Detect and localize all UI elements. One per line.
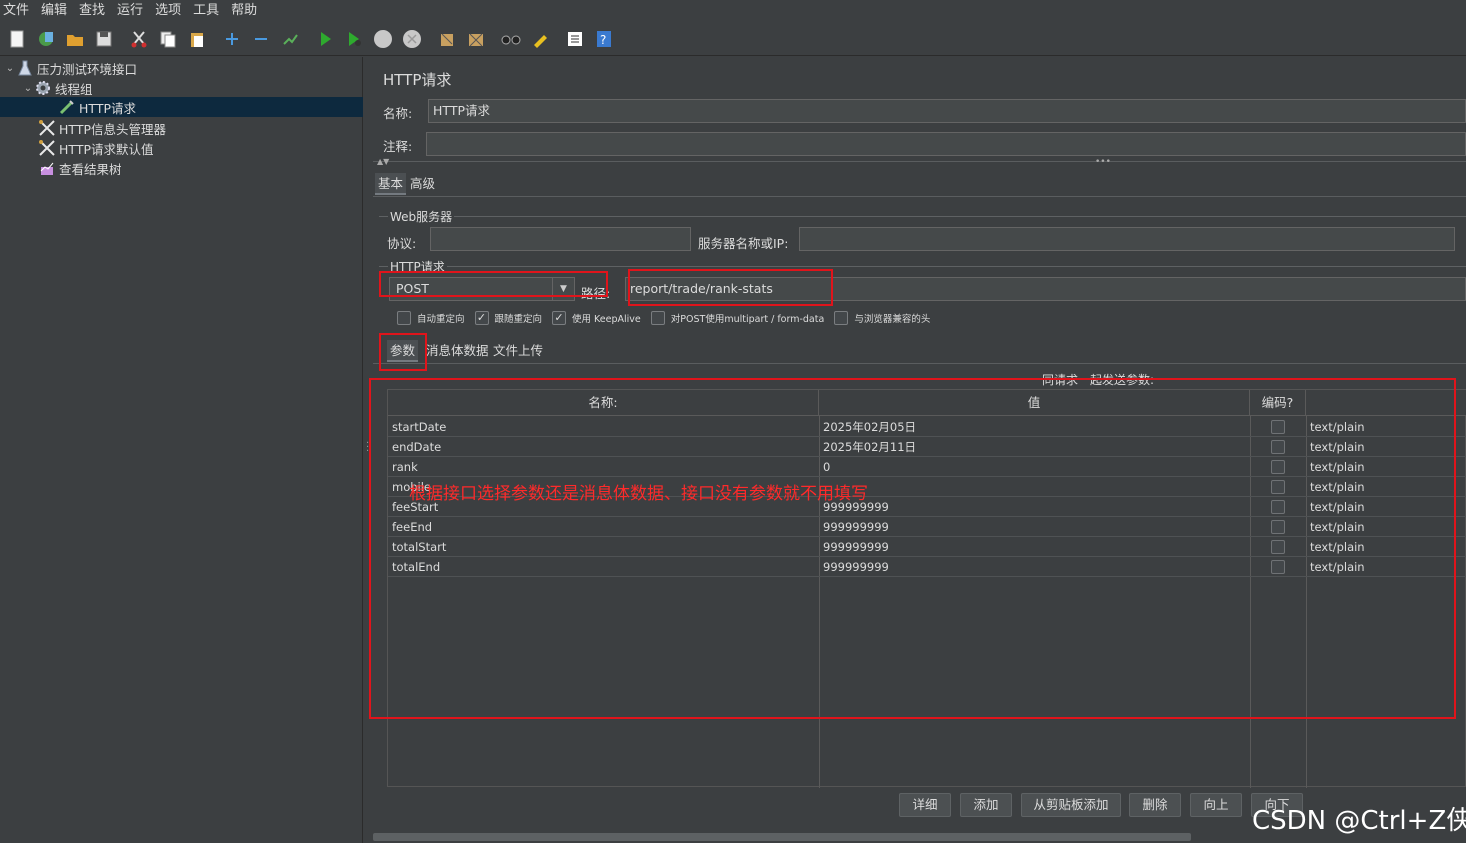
menu-run[interactable]: 运行 [111, 0, 149, 22]
collapse-icon[interactable] [250, 28, 272, 50]
start-no-pause-icon[interactable] [343, 28, 365, 50]
menu-help[interactable]: 帮助 [225, 0, 263, 22]
clear-all-icon[interactable] [465, 28, 487, 50]
divider [373, 161, 1466, 162]
copy-icon[interactable] [157, 28, 179, 50]
tree-node-request-defaults[interactable]: HTTP请求默认值 [38, 138, 154, 158]
chevron-down-icon[interactable]: ⌄ [4, 63, 16, 74]
horizontal-scrollbar[interactable] [373, 833, 1191, 841]
auto-redirect-checkbox[interactable]: 自动重定向 [397, 311, 465, 325]
menu-tools[interactable]: 工具 [187, 0, 225, 22]
gear-icon [34, 79, 52, 97]
svg-text:?: ? [600, 33, 606, 47]
menu-options[interactable]: 选项 [149, 0, 187, 22]
add-button[interactable]: 添加 [960, 793, 1012, 817]
protocol-label: 协议: [387, 236, 417, 251]
protocol-field[interactable] [430, 227, 691, 251]
tree-node-result-tree[interactable]: 查看结果树 [38, 158, 122, 178]
options-row: 自动重定向 ✓ 跟随重定向 ✓ 使用 KeepAlive 对POST使用multip… [397, 311, 940, 325]
function-helper-icon[interactable] [564, 28, 586, 50]
stop-icon[interactable] [372, 28, 394, 50]
pipette-icon [58, 98, 76, 116]
multipart-checkbox[interactable]: 对POST使用multipart / form-data [650, 311, 824, 325]
tab-advanced[interactable]: 高级 [407, 173, 438, 195]
wrench-icon [38, 119, 56, 137]
keepalive-checkbox[interactable]: ✓ 使用 KeepAlive [552, 311, 641, 325]
delete-button[interactable]: 删除 [1129, 793, 1181, 817]
wrench-icon [38, 139, 56, 157]
search-icon[interactable] [500, 28, 522, 50]
menu-bar: 文件 编辑 查找 运行 选项 工具 帮助 [0, 0, 1466, 22]
name-label: 名称: [383, 106, 413, 121]
group-border [379, 266, 1466, 267]
tab-files-upload[interactable]: 文件上传 [490, 340, 546, 362]
clear-icon[interactable] [436, 28, 458, 50]
cut-icon[interactable] [128, 28, 150, 50]
shutdown-icon[interactable] [401, 28, 423, 50]
chart-icon [38, 159, 56, 177]
highlight-parameters-table [369, 378, 1456, 719]
toggle-icon[interactable] [279, 28, 301, 50]
add-from-clipboard-button[interactable]: 从剪贴板添加 [1021, 793, 1121, 817]
group-border [379, 216, 1466, 217]
highlight-path [628, 269, 833, 306]
divider [373, 196, 1466, 197]
divider [373, 363, 1466, 364]
start-icon[interactable] [314, 28, 336, 50]
name-field[interactable]: HTTP请求 [428, 99, 1466, 123]
web-server-group-title: Web服务器 [388, 208, 455, 225]
flask-icon [16, 59, 34, 77]
browser-headers-checkbox[interactable]: 与浏览器兼容的头 [834, 311, 930, 325]
expand-icon[interactable] [221, 28, 243, 50]
more-icon[interactable]: ••• [1095, 157, 1111, 167]
highlight-method [379, 271, 608, 297]
collapse-arrows-icon[interactable]: ▲▼ [377, 157, 389, 166]
http-request-panel: HTTP请求 名称: HTTP请求 注释: ▲▼ ••• 基本 高级 Web服务… [369, 57, 1466, 843]
open-icon[interactable] [64, 28, 86, 50]
reset-search-icon[interactable] [529, 28, 551, 50]
tree-node-http-request[interactable]: HTTP请求 [0, 97, 363, 117]
menu-edit[interactable]: 编辑 [35, 0, 73, 22]
paste-icon[interactable] [186, 28, 208, 50]
follow-redirect-checkbox[interactable]: ✓ 跟随重定向 [474, 311, 542, 325]
menu-file[interactable]: 文件 [0, 0, 35, 22]
menu-search[interactable]: 查找 [73, 0, 111, 22]
up-button[interactable]: 向上 [1190, 793, 1242, 817]
test-plan-tree: ⌄ 压力测试环境接口 ⌄ 线程组 HTTP请求 HTTP信息头管理器 HTTP请… [0, 57, 363, 843]
page-title: HTTP请求 [383, 71, 452, 89]
new-icon[interactable] [6, 28, 28, 50]
server-label: 服务器名称或IP: [698, 236, 789, 251]
tab-basic[interactable]: 基本 [375, 173, 407, 195]
tree-node-header-manager[interactable]: HTTP信息头管理器 [38, 118, 166, 138]
tab-body-data[interactable]: 消息体数据 [423, 340, 492, 362]
chevron-down-icon[interactable]: ⌄ [22, 83, 34, 94]
save-icon[interactable] [93, 28, 115, 50]
watermark: CSDN @Ctrl+Z侠 [1252, 806, 1466, 836]
toolbar: ? [0, 22, 1466, 56]
detail-button[interactable]: 详细 [899, 793, 951, 817]
comment-label: 注释: [383, 139, 413, 154]
highlight-parameters-tab [379, 333, 427, 371]
templates-icon[interactable] [35, 28, 57, 50]
tree-node-test-plan[interactable]: ⌄ 压力测试环境接口 [4, 58, 137, 78]
comment-field[interactable] [426, 132, 1466, 156]
help-icon[interactable]: ? [593, 28, 615, 50]
tree-node-thread-group[interactable]: ⌄ 线程组 [22, 78, 93, 98]
server-field[interactable] [799, 227, 1455, 251]
